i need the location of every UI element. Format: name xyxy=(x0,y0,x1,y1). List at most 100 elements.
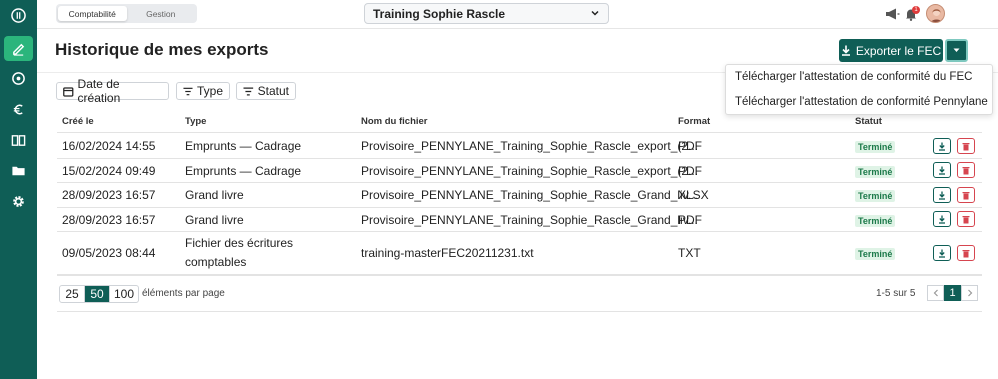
cell-filename[interactable]: Provisoire_PENNYLANE_Training_Sophie_Ras… xyxy=(361,139,698,153)
pennylane-logo-icon[interactable] xyxy=(4,3,33,28)
status-badge: Terminé xyxy=(855,141,896,153)
cell-format: TXT xyxy=(678,246,701,260)
table-row: 09/05/2023 08:44 Fichier des écritures c… xyxy=(57,232,982,274)
page-size-25[interactable]: 25 xyxy=(60,286,85,302)
export-fec-button[interactable]: Exporter le FEC xyxy=(839,39,943,62)
chevron-right-icon xyxy=(967,289,972,297)
filter-type[interactable]: Type xyxy=(176,82,230,100)
download-icon xyxy=(841,45,850,56)
status-badge: Terminé xyxy=(855,215,896,227)
download-button[interactable] xyxy=(933,138,951,154)
cell-type: Emprunts — Cadrage xyxy=(185,164,302,178)
chevron-down-icon xyxy=(590,7,600,21)
download-button[interactable] xyxy=(933,162,951,178)
trash-icon xyxy=(962,249,970,257)
filter-statut[interactable]: Statut xyxy=(236,82,296,100)
table-row: 28/09/2023 16:57 Grand livre Provisoire_… xyxy=(57,208,982,232)
cell-filename[interactable]: Provisoire_PENNYLANE_Training_Sophie_Ras… xyxy=(361,164,698,178)
download-icon xyxy=(939,142,945,151)
status-badge: Terminé xyxy=(855,166,896,178)
cell-format: XLSX xyxy=(678,188,709,202)
page-size-selector: 25 50 100 xyxy=(59,285,139,303)
filter-label: Statut xyxy=(257,84,289,98)
module-switch: Comptabilité Gestion xyxy=(56,4,197,23)
filter-icon xyxy=(243,86,254,96)
column-header-status[interactable]: Statut xyxy=(855,116,882,127)
megaphone-icon[interactable] xyxy=(885,7,900,26)
delete-button[interactable] xyxy=(957,138,975,154)
cell-type: Emprunts — Cadrage xyxy=(185,139,302,153)
cell-date: 28/09/2023 16:57 xyxy=(62,213,156,227)
menu-item-attestation-pennylane[interactable]: Télécharger l'attestation de conformité … xyxy=(735,96,988,108)
page-title: Historique de mes exports xyxy=(55,40,269,59)
previous-page-button[interactable] xyxy=(927,285,944,301)
menu-item-attestation-fec[interactable]: Télécharger l'attestation de conformité … xyxy=(735,71,972,83)
results-range: 1-5 sur 5 xyxy=(876,288,916,299)
sidebar-item-accounting[interactable] xyxy=(4,36,33,61)
pen-icon xyxy=(13,43,25,56)
cell-date: 16/02/2024 14:55 xyxy=(62,139,156,153)
cell-filename[interactable]: Provisoire_PENNYLANE_Training_Sophie_Ras… xyxy=(361,213,698,227)
trash-icon xyxy=(962,166,970,174)
cell-filename[interactable]: Provisoire_PENNYLANE_Training_Sophie_Ras… xyxy=(361,188,698,202)
cell-format: PDF xyxy=(678,164,702,178)
table-row: 28/09/2023 16:57 Grand livre Provisoire_… xyxy=(57,183,982,208)
cell-format: PDF xyxy=(678,213,702,227)
page-size-50[interactable]: 50 xyxy=(85,286,110,302)
delete-button[interactable] xyxy=(957,187,975,203)
sidebar-item-documents[interactable] xyxy=(4,158,33,183)
tab-gestion[interactable]: Gestion xyxy=(127,6,196,21)
trash-icon xyxy=(962,191,970,199)
sidebar-item-settings[interactable] xyxy=(4,189,33,214)
download-button[interactable] xyxy=(933,245,951,261)
filter-label: Date de création xyxy=(77,77,121,105)
cell-type: Grand livre xyxy=(185,213,244,227)
download-icon xyxy=(939,191,945,200)
gear-icon xyxy=(13,196,24,207)
download-icon xyxy=(939,249,945,258)
column-header-created[interactable]: Créé le xyxy=(62,116,94,127)
notification-badge: 1 xyxy=(912,6,920,14)
export-options-button[interactable] xyxy=(945,39,968,62)
tab-comptabilite[interactable]: Comptabilité xyxy=(58,6,127,21)
delete-button[interactable] xyxy=(957,162,975,178)
euro-icon xyxy=(13,104,23,115)
export-fec-label: Exporter le FEC xyxy=(855,43,942,58)
gauge-icon xyxy=(12,72,25,85)
sidebar-item-finance[interactable] xyxy=(4,97,33,122)
caret-down-icon xyxy=(953,48,960,52)
delete-button[interactable] xyxy=(957,211,975,227)
download-button[interactable] xyxy=(933,211,951,227)
page-size-100[interactable]: 100 xyxy=(110,286,138,302)
avatar[interactable] xyxy=(926,4,945,23)
trash-icon xyxy=(962,215,970,223)
next-page-button[interactable] xyxy=(961,285,978,301)
column-header-filename[interactable]: Nom du fichier xyxy=(361,116,428,127)
calendar-icon xyxy=(63,86,74,97)
filter-date-creation[interactable]: Date de création xyxy=(56,77,169,105)
download-icon xyxy=(939,215,945,224)
company-selector[interactable]: Training Sophie Rascle xyxy=(364,3,609,24)
column-header-format[interactable]: Format xyxy=(678,116,710,127)
trash-icon xyxy=(962,142,970,150)
delete-button[interactable] xyxy=(957,245,975,261)
column-header-type[interactable]: Type xyxy=(185,116,206,127)
sidebar xyxy=(0,0,37,379)
page-number-button[interactable]: 1 xyxy=(944,285,961,301)
sidebar-item-dashboard[interactable] xyxy=(4,66,33,91)
export-options-menu: Télécharger l'attestation de conformité … xyxy=(725,64,993,115)
chevron-left-icon xyxy=(933,289,938,297)
table-bottom-border xyxy=(57,274,982,276)
folder-icon xyxy=(12,166,25,176)
per-page-label: éléments par page xyxy=(142,288,225,299)
cell-format: PDF xyxy=(678,139,702,153)
cell-date: 15/02/2024 09:49 xyxy=(62,164,156,178)
filter-icon xyxy=(183,87,193,95)
sidebar-item-documentation[interactable] xyxy=(4,128,33,153)
status-badge: Terminé xyxy=(855,190,896,202)
cell-filename[interactable]: training-masterFEC20211231.txt xyxy=(361,246,534,260)
footer-divider xyxy=(57,311,982,312)
download-button[interactable] xyxy=(933,187,951,203)
top-bar: Comptabilité Gestion Training Sophie Ras… xyxy=(37,0,998,29)
company-name: Training Sophie Rascle xyxy=(373,6,506,21)
